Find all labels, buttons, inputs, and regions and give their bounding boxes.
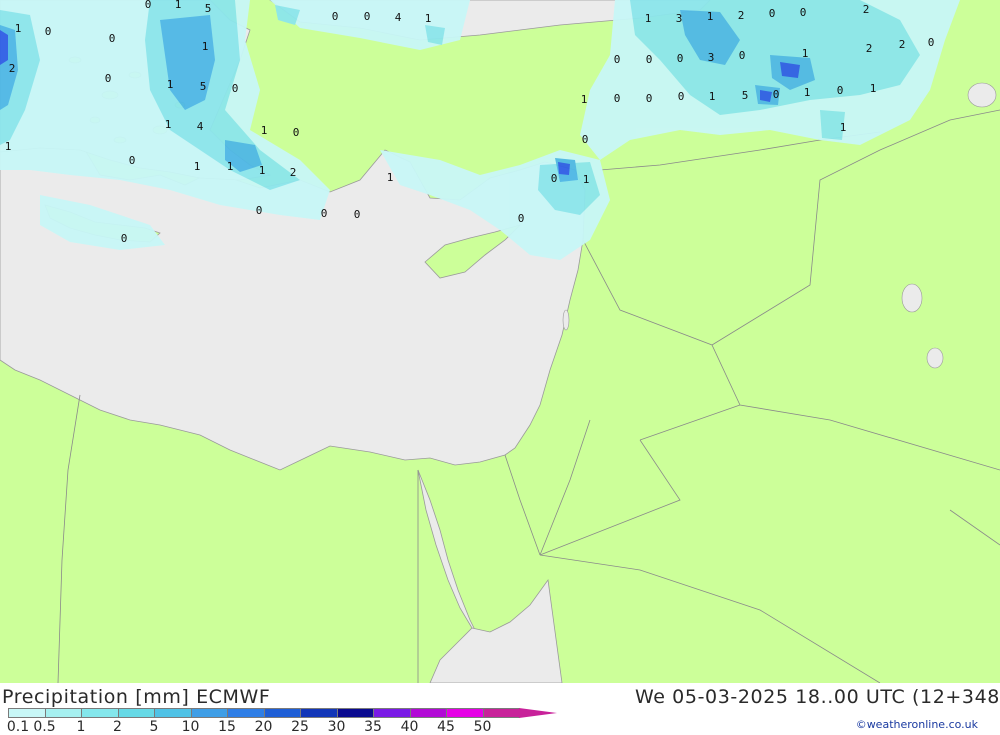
precip-value-label: 0	[678, 90, 685, 103]
legend-swatch	[154, 708, 192, 718]
precip-value-label: 0	[773, 88, 780, 101]
precip-value-label: 0	[354, 208, 361, 221]
precip-value-label: 0	[364, 10, 371, 23]
precip-value-label: 3	[676, 12, 683, 25]
precip-value-label: 0	[321, 207, 328, 220]
legend-swatch	[44, 708, 82, 718]
precip-value-label: 0	[256, 204, 263, 217]
lake-van	[967, 82, 997, 108]
precip-value-label: 1	[194, 160, 201, 173]
precip-value-label: 1	[581, 93, 588, 106]
precip-value-label: 3	[708, 51, 715, 64]
precip-value-label: 1	[387, 171, 394, 184]
precip-value-label: 5	[205, 2, 212, 15]
precip-value-label: 4	[197, 120, 204, 133]
precip-value-label: 0	[232, 82, 239, 95]
precip-value-label: 1	[804, 86, 811, 99]
precip-value-label: 1	[167, 78, 174, 91]
legend-swatch	[336, 708, 374, 718]
precip-value-label: 0	[646, 92, 653, 105]
precip-value-label: 0	[769, 7, 776, 20]
legend-swatch	[409, 708, 447, 718]
precip-value-label: 0	[739, 49, 746, 62]
valid-time: We 05-03-2025 18..00 UTC (12+348	[634, 686, 1000, 708]
precip-value-label: 2	[866, 42, 873, 55]
precip-value-label: 5	[742, 89, 749, 102]
precip-value-label: 2	[290, 166, 297, 179]
precip-value-label: 1	[802, 47, 809, 60]
precip-value-label: 1	[165, 118, 172, 131]
precip-value-label: 1	[5, 140, 12, 153]
precip-value-label: 0	[614, 53, 621, 66]
precip-value-label: 0	[332, 10, 339, 23]
precip-value-label: 2	[738, 9, 745, 22]
precip-value-label: 0	[614, 92, 621, 105]
precip-value-label: 2	[863, 3, 870, 16]
precip-value-label: 0	[121, 232, 128, 245]
lake-tharthar	[901, 283, 923, 313]
precip-value-label: 1	[202, 40, 209, 53]
precip-value-label: 0	[677, 52, 684, 65]
dead-sea	[562, 309, 570, 331]
precip-value-label: 0	[928, 36, 935, 49]
precip-value-label: 0	[145, 0, 152, 11]
precip-value-label: 0	[518, 212, 525, 225]
precip-value-label: 1	[175, 0, 182, 11]
precipitation-map: 0 1 5 1 0 0 2 0 1 1 5 0 1 4 1 1 0 0 1 1 1 2 0 0 0 0 0 0 4 1 1 1 3 1 2 0 0 2 0 0…	[0, 0, 1000, 683]
precip-value-label: 2	[9, 62, 16, 75]
legend-swatch	[446, 708, 484, 718]
precip-value-label: 0	[837, 84, 844, 97]
precip-value-label: 1	[227, 160, 234, 173]
legend-swatch	[263, 708, 301, 718]
credit-link[interactable]: ©weatheronline.co.uk	[856, 718, 978, 731]
precip-value-label: 0	[129, 154, 136, 167]
precip-value-label: 5	[200, 80, 207, 93]
precip-value-label: 0	[105, 72, 112, 85]
legend-swatch	[190, 708, 228, 718]
precip-value-label: 0	[646, 53, 653, 66]
legend-swatch	[117, 708, 155, 718]
precip-value-label: 0	[45, 25, 52, 38]
legend-swatch	[482, 708, 520, 718]
precip-value-label: 1	[709, 90, 716, 103]
legend-swatch	[227, 708, 265, 718]
precip-value-label: 1	[15, 22, 22, 35]
footer-bar: Precipitation [mm] ECMWF We 05-03-2025 1…	[0, 683, 1000, 735]
precip-value-label: 2	[899, 38, 906, 51]
precip-value-label: 0	[293, 126, 300, 139]
precip-value-label: 1	[645, 12, 652, 25]
precip-value-label: 0	[582, 133, 589, 146]
precip-value-label: 1	[707, 10, 714, 23]
lake-habbaniyah	[926, 347, 944, 369]
map-title: Precipitation [mm] ECMWF	[2, 686, 271, 708]
precip-value-label: 1	[583, 173, 590, 186]
legend-arrow	[519, 708, 557, 718]
precip-value-label: 4	[395, 11, 402, 24]
precip-value-label: 1	[425, 12, 432, 25]
precip-value-label: 1	[840, 121, 847, 134]
legend-swatch	[8, 708, 46, 718]
precip-value-label: 1	[259, 164, 266, 177]
precip-value-label: 0	[800, 6, 807, 19]
legend-swatch	[373, 708, 411, 718]
precip-value-label: 1	[870, 82, 877, 95]
legend-swatch	[81, 708, 119, 718]
legend-swatch	[300, 708, 338, 718]
precip-value-label: 0	[109, 32, 116, 45]
precip-value-label: 0	[551, 172, 558, 185]
precip-value-label: 1	[261, 124, 268, 137]
